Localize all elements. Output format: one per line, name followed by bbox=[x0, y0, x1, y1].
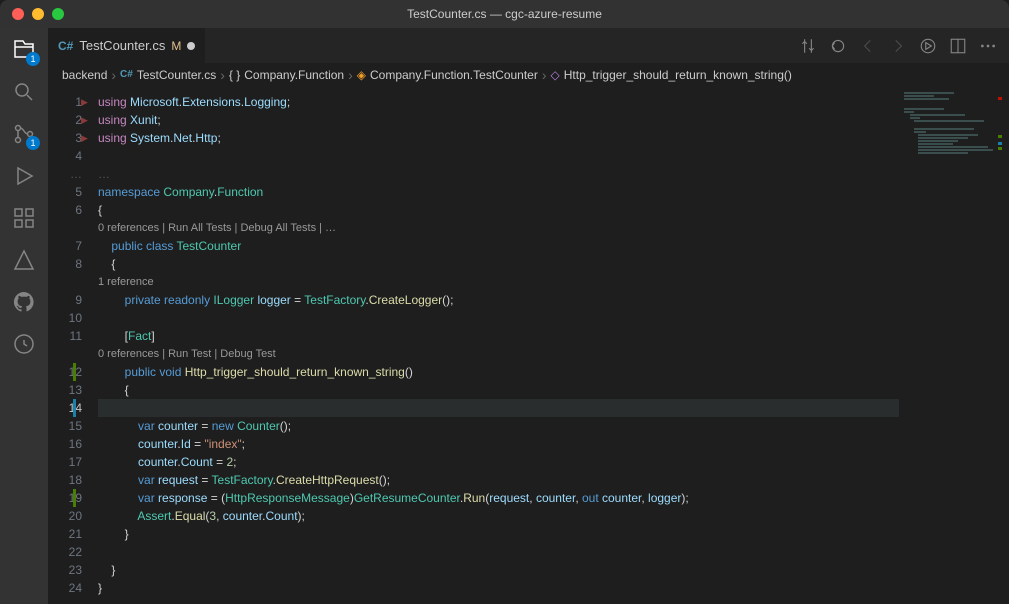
explorer-badge: 1 bbox=[26, 52, 40, 66]
code-editor[interactable]: 1 2 3 4 … 5 6 7 8 9 10 11 12 13 14 15 16 bbox=[48, 87, 1009, 604]
activity-bar: 1 1 bbox=[0, 28, 48, 604]
minimap[interactable] bbox=[899, 87, 1009, 604]
editor-content[interactable]: ▶using Microsoft.Extensions.Logging; ▶us… bbox=[98, 87, 1009, 604]
titlebar: TestCounter.cs — cgc-azure-resume bbox=[0, 0, 1009, 28]
tab-testcounter[interactable]: C# TestCounter.cs M bbox=[48, 28, 205, 63]
tab-modified-indicator: M bbox=[171, 39, 181, 53]
breadcrumbs[interactable]: backend › C# TestCounter.cs › { } Compan… bbox=[48, 63, 1009, 87]
run-debug-icon[interactable] bbox=[12, 164, 36, 188]
tab-filename: TestCounter.cs bbox=[79, 38, 165, 53]
editor-area: C# TestCounter.cs M backend › C# TestCou… bbox=[48, 28, 1009, 604]
csharp-file-icon: C# bbox=[58, 39, 73, 53]
tab-dirty-indicator bbox=[187, 42, 195, 50]
class-symbol-icon: ◈ bbox=[357, 68, 366, 82]
search-icon[interactable] bbox=[12, 80, 36, 104]
breadcrumb-folder[interactable]: backend bbox=[62, 68, 107, 82]
traffic-lights bbox=[0, 8, 64, 20]
error-marker-icon: ▶ bbox=[81, 111, 88, 129]
compare-changes-icon[interactable] bbox=[799, 37, 817, 55]
github-icon[interactable] bbox=[12, 290, 36, 314]
error-marker-icon: ▶ bbox=[81, 93, 88, 111]
current-line-highlight bbox=[98, 399, 1009, 417]
gutter-added-icon bbox=[73, 489, 76, 507]
close-window-button[interactable] bbox=[12, 8, 24, 20]
line-number-gutter: 1 2 3 4 … 5 6 7 8 9 10 11 12 13 14 15 16 bbox=[48, 87, 98, 604]
maximize-window-button[interactable] bbox=[52, 8, 64, 20]
gutter-modified-icon bbox=[73, 399, 76, 417]
method-symbol-icon: ◇ bbox=[551, 68, 560, 82]
azure-icon[interactable] bbox=[12, 248, 36, 272]
gutter-added-icon bbox=[73, 363, 76, 381]
undo-commit-icon[interactable] bbox=[829, 37, 847, 55]
window-title: TestCounter.cs — cgc-azure-resume bbox=[407, 7, 602, 21]
prev-change-icon[interactable] bbox=[859, 37, 877, 55]
error-marker-icon: ▶ bbox=[81, 129, 88, 147]
breadcrumb-namespace[interactable]: Company.Function bbox=[244, 68, 344, 82]
scm-badge: 1 bbox=[26, 136, 40, 150]
extensions-icon[interactable] bbox=[12, 206, 36, 230]
tab-bar: C# TestCounter.cs M bbox=[48, 28, 1009, 63]
explorer-icon[interactable]: 1 bbox=[12, 38, 36, 62]
breadcrumb-method[interactable]: Http_trigger_should_return_known_string(… bbox=[564, 68, 792, 82]
editor-actions bbox=[799, 37, 1009, 55]
codelens-method[interactable]: 0 references | Run Test | Debug Test bbox=[98, 345, 276, 363]
source-control-icon[interactable]: 1 bbox=[12, 122, 36, 146]
codelens-class[interactable]: 0 references | Run All Tests | Debug All… bbox=[98, 219, 336, 237]
minimize-window-button[interactable] bbox=[32, 8, 44, 20]
breadcrumb-file[interactable]: TestCounter.cs bbox=[137, 68, 216, 82]
overview-ruler bbox=[995, 87, 1009, 604]
next-change-icon[interactable] bbox=[889, 37, 907, 55]
remote-icon[interactable] bbox=[12, 332, 36, 356]
split-editor-icon[interactable] bbox=[949, 37, 967, 55]
codelens-field[interactable]: 1 reference bbox=[98, 273, 154, 291]
breadcrumb-class[interactable]: Company.Function.TestCounter bbox=[370, 68, 538, 82]
csharp-file-icon: C# bbox=[120, 69, 133, 80]
run-file-icon[interactable] bbox=[919, 37, 937, 55]
more-actions-icon[interactable] bbox=[979, 37, 997, 55]
